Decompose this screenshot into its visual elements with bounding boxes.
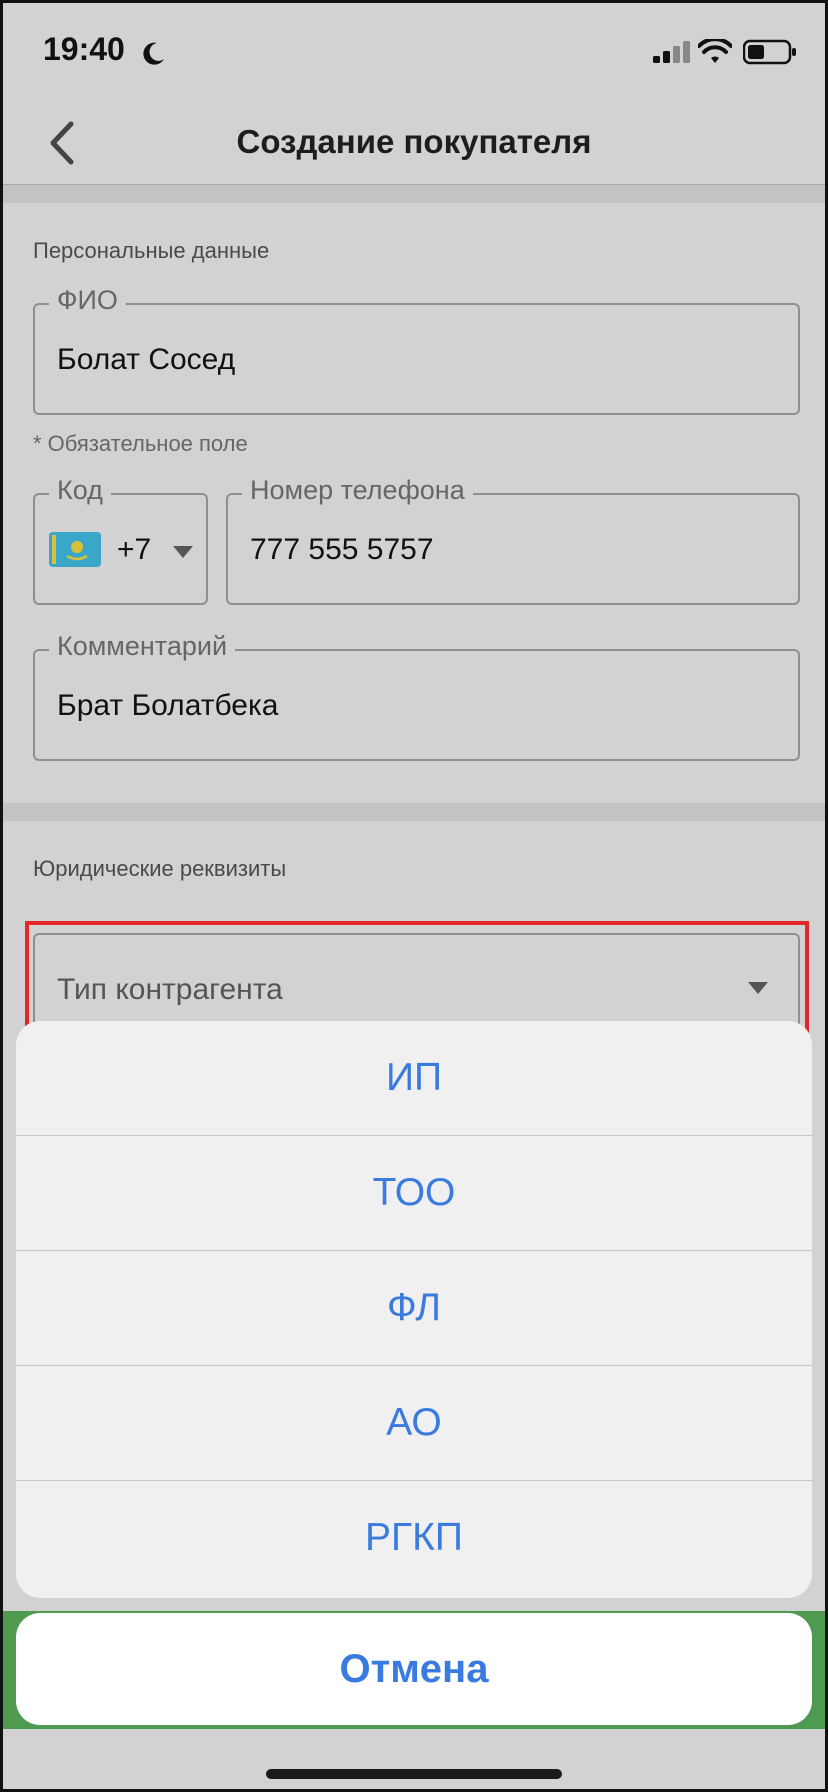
section-title-personal: Персональные данные — [33, 238, 270, 263]
comment-label: Комментарий — [49, 631, 236, 662]
fio-label: ФИО — [49, 285, 126, 316]
cancel-button[interactable]: Отмена — [16, 1613, 812, 1725]
fio-field[interactable]: ФИО Болат Сосед — [33, 285, 800, 415]
status-time: 19:40 — [43, 31, 125, 67]
comment-value: Брат Болатбека — [57, 689, 279, 722]
country-code-picker[interactable]: Код +7 — [33, 475, 208, 605]
required-hint: * Обязательное поле — [33, 431, 248, 456]
battery-icon — [743, 39, 796, 65]
section-gap — [3, 185, 825, 203]
chevron-down-icon — [173, 546, 193, 558]
highlight-box — [25, 921, 809, 1037]
option-too[interactable]: ТОО — [16, 1136, 812, 1250]
page-title: Создание покупателя — [236, 123, 592, 160]
wifi-icon — [698, 39, 732, 63]
moon-icon — [143, 42, 164, 65]
option-fl[interactable]: ФЛ — [16, 1251, 812, 1365]
code-label: Код — [49, 475, 111, 506]
cellular-signal-icon — [653, 41, 690, 63]
fio-value: Болат Сосед — [57, 343, 236, 376]
phone-label: Номер телефона — [242, 475, 473, 506]
code-value: +7 — [117, 533, 152, 566]
option-ao[interactable]: АО — [16, 1366, 812, 1480]
section-gap — [3, 803, 825, 821]
section-title-legal: Юридические реквизиты — [33, 856, 287, 881]
home-indicator[interactable] — [266, 1769, 562, 1779]
option-rgkp[interactable]: РГКП — [16, 1481, 812, 1595]
counterparty-type-action-sheet: ИП ТОО ФЛ АО РГКП — [16, 1021, 812, 1598]
screen: 19:40 Создание покупателя Персональные д… — [3, 3, 825, 1789]
phone-field[interactable]: Номер телефона 777 555 5757 — [226, 475, 800, 605]
kazakhstan-flag-icon — [49, 532, 101, 567]
phone-value: 777 555 5757 — [250, 533, 434, 566]
option-ip[interactable]: ИП — [16, 1021, 812, 1135]
comment-field[interactable]: Комментарий Брат Болатбека — [33, 631, 800, 761]
